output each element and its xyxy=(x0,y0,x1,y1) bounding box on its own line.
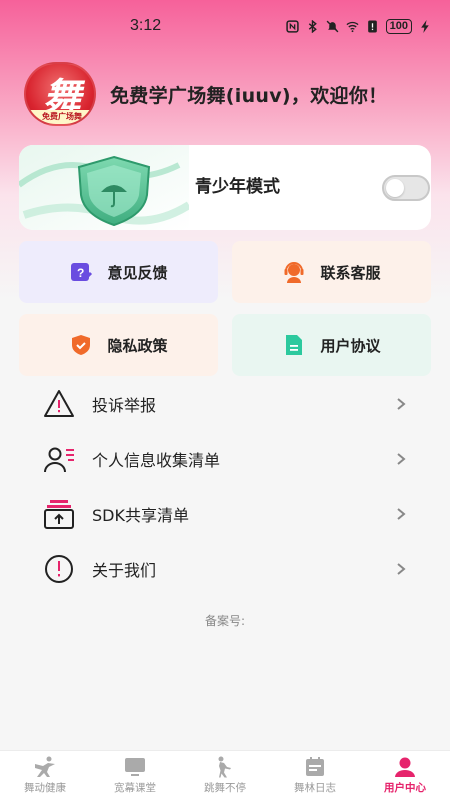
tab-label: 用户中心 xyxy=(384,782,426,794)
toggle-knob xyxy=(386,179,404,197)
menu-label: 关于我们 xyxy=(92,560,157,580)
menu-item-about-us[interactable]: 关于我们 xyxy=(28,541,408,596)
tab-user-center[interactable]: 用户中心 xyxy=(360,751,450,800)
privacy-policy-button[interactable]: 隐私政策 xyxy=(19,314,218,376)
svg-text:?: ? xyxy=(77,266,84,280)
tv-icon xyxy=(125,758,145,776)
feedback-button[interactable]: ? 意见反馈 xyxy=(19,241,218,303)
status-bar: 3:12 100 xyxy=(0,0,450,52)
user-agreement-label: 用户协议 xyxy=(320,336,381,355)
user-icon xyxy=(395,757,415,777)
teen-shield-illustration xyxy=(19,145,189,230)
wifi-icon xyxy=(346,21,359,32)
user-list-icon xyxy=(44,447,74,472)
menu-item-personal-info[interactable]: 个人信息收集清单 xyxy=(28,431,408,486)
chevron-right-icon xyxy=(397,452,406,465)
customer-service-button[interactable]: 联系客服 xyxy=(232,241,431,303)
tab-label: 跳舞不停 xyxy=(204,782,246,794)
mute-icon xyxy=(326,20,339,32)
tab-label: 宽幕课堂 xyxy=(114,782,156,794)
menu-label: 投诉举报 xyxy=(92,395,157,415)
privacy-policy-label: 隐私政策 xyxy=(107,336,168,355)
menu-label: SDK共享清单 xyxy=(92,505,189,525)
bluetooth-icon xyxy=(308,19,317,33)
bottom-tab-bar: 舞动健康 宽幕课堂 跳舞不停 舞林日志 用户中心 xyxy=(0,750,450,800)
app-logo[interactable]: 舞 免费广场舞 xyxy=(24,62,96,126)
warning-icon xyxy=(44,389,74,417)
share-box-icon xyxy=(44,499,74,529)
menu-label: 个人信息收集清单 xyxy=(92,450,221,470)
beian-text: 备案号: xyxy=(204,614,246,628)
menu-item-complaint[interactable]: 投诉举报 xyxy=(28,376,408,431)
customer-service-icon xyxy=(284,262,304,283)
shield-icon xyxy=(72,335,91,355)
status-icons: 100 xyxy=(285,18,432,34)
profile-header: 舞 免费广场舞 免费学广场舞(iuuv)，欢迎你！ xyxy=(24,62,434,126)
menu-item-sdk-list[interactable]: SDK共享清单 xyxy=(28,486,408,541)
nfc-icon xyxy=(285,19,299,33)
chevron-right-icon xyxy=(397,507,406,520)
teen-mode-card[interactable]: 青少年模式 xyxy=(19,145,431,230)
customer-service-label: 联系客服 xyxy=(320,263,381,282)
tab-wide-classroom[interactable]: 宽幕课堂 xyxy=(90,751,180,800)
calendar-icon xyxy=(306,757,324,776)
chevron-right-icon xyxy=(397,397,406,410)
document-icon xyxy=(286,335,303,355)
chevron-right-icon xyxy=(397,562,406,575)
tab-dance-diary[interactable]: 舞林日志 xyxy=(270,751,360,800)
teen-mode-label: 青少年模式 xyxy=(195,177,280,197)
welcome-text: 免费学广场舞(iuuv)，欢迎你！ xyxy=(110,84,388,107)
tab-label: 舞林日志 xyxy=(294,782,336,794)
sim-alert-icon xyxy=(367,20,377,32)
dance-icon xyxy=(35,756,55,777)
teen-mode-toggle[interactable] xyxy=(382,175,430,201)
info-icon xyxy=(45,554,73,583)
feedback-label: 意见反馈 xyxy=(107,263,168,282)
tab-label: 舞动健康 xyxy=(24,782,66,794)
feedback-icon: ? xyxy=(71,263,93,282)
user-agreement-button[interactable]: 用户协议 xyxy=(232,314,431,376)
battery-level: 100 xyxy=(385,18,412,34)
charging-icon xyxy=(421,19,429,33)
logo-strip-text: 免费广场舞 xyxy=(26,110,94,124)
tab-keep-dancing[interactable]: 跳舞不停 xyxy=(180,751,270,800)
dancer-icon xyxy=(218,756,231,778)
status-time: 3:12 xyxy=(130,17,162,34)
tab-dance-health[interactable]: 舞动健康 xyxy=(0,751,90,800)
